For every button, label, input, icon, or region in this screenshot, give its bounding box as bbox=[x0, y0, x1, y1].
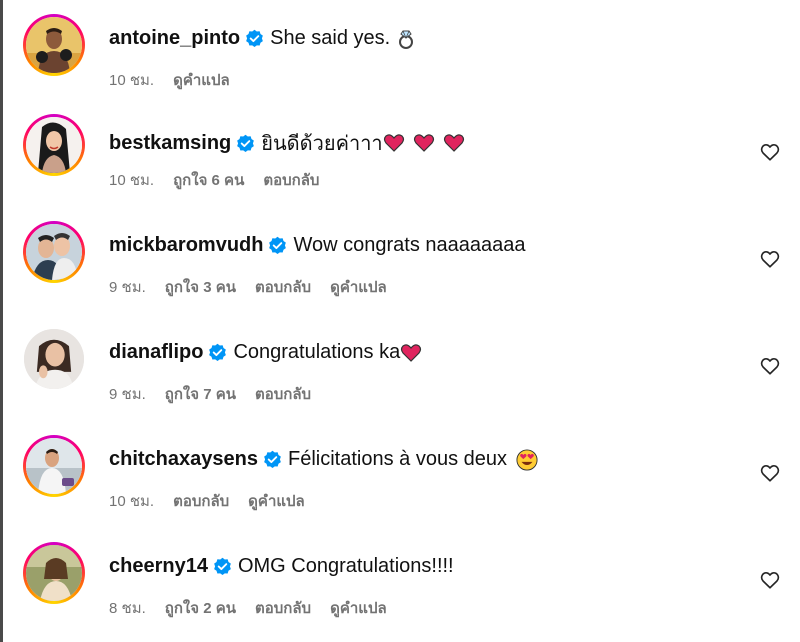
comment-item: cheerny14 OMG Congratulations!!!! 8 ชม. ถ… bbox=[0, 528, 800, 635]
verified-badge-icon bbox=[208, 343, 227, 362]
comment-item: bestkamsing ยินดีด้วยค่าาา 10 ชม. ถูกใจ 6… bbox=[0, 100, 800, 207]
story-ring[interactable] bbox=[23, 14, 85, 76]
heart-emoji bbox=[383, 132, 405, 154]
heart-outline-icon bbox=[760, 358, 780, 375]
story-ring[interactable] bbox=[23, 221, 85, 283]
comment-time[interactable]: 10 ชม. bbox=[109, 493, 154, 510]
heart-outline-icon bbox=[760, 251, 780, 268]
like-comment-button[interactable] bbox=[760, 357, 780, 375]
likes-count[interactable]: ถูกใจ 6 คน bbox=[173, 172, 244, 189]
see-translation-link[interactable]: ดูคำแปล bbox=[330, 600, 387, 617]
comment-time[interactable]: 9 ชม. bbox=[109, 386, 146, 403]
comment-username[interactable]: bestkamsing bbox=[109, 132, 231, 155]
comment-text: ยินดีด้วยค่าาา bbox=[261, 133, 383, 155]
story-ring[interactable] bbox=[23, 114, 85, 176]
story-ring[interactable] bbox=[23, 542, 85, 604]
avatar[interactable] bbox=[26, 17, 82, 73]
comment-item: dianaflipo Congratulations ka 9 ชม. ถูกใจ… bbox=[0, 314, 800, 421]
comment-text: Congratulations ka bbox=[233, 341, 401, 363]
heart-emoji bbox=[443, 132, 465, 154]
comment-text: She said yes. bbox=[270, 27, 391, 49]
comment-list: antoine_pinto She said yes. 10 ชม. ดูคำแป… bbox=[0, 0, 800, 635]
comment-text: Félicitations à vous deux bbox=[287, 448, 507, 470]
comment-time[interactable]: 10 ชม. bbox=[109, 172, 154, 189]
likes-count[interactable]: ถูกใจ 2 คน bbox=[165, 600, 236, 617]
like-comment-button[interactable] bbox=[760, 464, 780, 482]
reply-link[interactable]: ตอบกลับ bbox=[173, 493, 229, 510]
like-comment-button[interactable] bbox=[760, 143, 780, 161]
heart-outline-icon bbox=[760, 465, 780, 482]
comment-item: chitchaxaysens Félicitations à vous deux… bbox=[0, 421, 800, 528]
heart-outline-icon bbox=[760, 144, 780, 161]
reply-link[interactable]: ตอบกลับ bbox=[255, 279, 311, 296]
comment-username[interactable]: antoine_pinto bbox=[109, 27, 240, 50]
comment-username[interactable]: cheerny14 bbox=[109, 555, 208, 578]
see-translation-link[interactable]: ดูคำแปล bbox=[173, 72, 230, 89]
heart-eyes-emoji bbox=[516, 448, 538, 471]
likes-count[interactable]: ถูกใจ 3 คน bbox=[165, 279, 236, 296]
comment-item: antoine_pinto She said yes. 10 ชม. ดูคำแป… bbox=[0, 0, 800, 100]
verified-badge-icon bbox=[245, 29, 264, 48]
comment-time[interactable]: 9 ชม. bbox=[109, 279, 146, 296]
reply-link[interactable]: ตอบกลับ bbox=[263, 172, 319, 189]
verified-badge-icon bbox=[213, 557, 232, 576]
verified-badge-icon bbox=[268, 236, 287, 255]
ring-emoji bbox=[395, 28, 417, 50]
comment-time[interactable]: 10 ชม. bbox=[109, 72, 154, 89]
comment-text: OMG Congratulations!!!! bbox=[237, 555, 454, 577]
avatar-frame[interactable] bbox=[24, 329, 84, 389]
heart-outline-icon bbox=[760, 572, 780, 589]
heart-emoji bbox=[400, 342, 422, 364]
comment-time[interactable]: 8 ชม. bbox=[109, 600, 146, 617]
verified-badge-icon bbox=[263, 450, 282, 469]
avatar[interactable] bbox=[26, 545, 82, 601]
heart-emoji bbox=[413, 132, 435, 154]
comment-username[interactable]: mickbaromvudh bbox=[109, 234, 263, 257]
comment-username[interactable]: chitchaxaysens bbox=[109, 448, 258, 471]
likes-count[interactable]: ถูกใจ 7 คน bbox=[165, 386, 236, 403]
like-comment-button[interactable] bbox=[760, 250, 780, 268]
see-translation-link[interactable]: ดูคำแปล bbox=[330, 279, 387, 296]
avatar[interactable] bbox=[26, 438, 82, 494]
comment-item: mickbaromvudh Wow congrats naaaaaaaa 9 ช… bbox=[0, 207, 800, 314]
see-translation-link[interactable]: ดูคำแปล bbox=[248, 493, 305, 510]
avatar[interactable] bbox=[24, 329, 84, 389]
reply-link[interactable]: ตอบกลับ bbox=[255, 386, 311, 403]
like-comment-button[interactable] bbox=[760, 571, 780, 589]
avatar[interactable] bbox=[26, 117, 82, 173]
reply-link[interactable]: ตอบกลับ bbox=[255, 600, 311, 617]
comment-username[interactable]: dianaflipo bbox=[109, 341, 203, 364]
comment-text: Wow congrats naaaaaaaa bbox=[293, 234, 526, 256]
avatar[interactable] bbox=[26, 224, 82, 280]
story-ring[interactable] bbox=[23, 435, 85, 497]
verified-badge-icon bbox=[236, 134, 255, 153]
